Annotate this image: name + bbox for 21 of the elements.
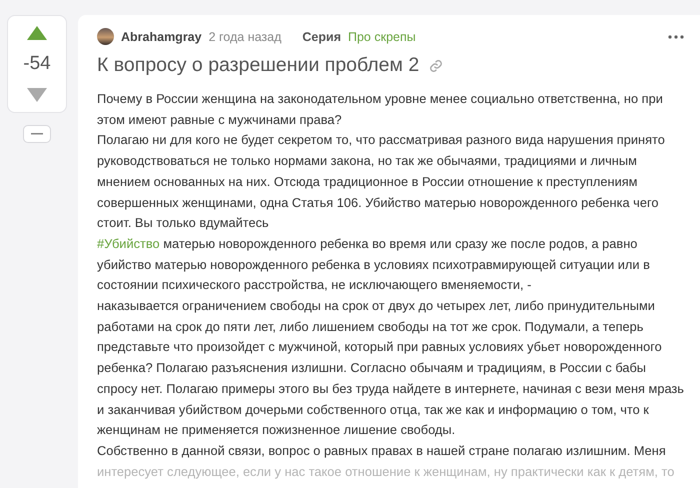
post-paragraph: наказывается ограничением свободы на срок от двух до четырех лет, либо принудительными работами на срок до пяти лет, либо лишением свободы на тот же срок. Подумали, а теперь представьте что произойдет с мужчиной, который при равных условиях убьет новорожденного ребенка? Полагаю разъяснения излишни. Согласно обычаям и традициям, в России с бабы спросу нет. Полагаю примеры этого вы без труда найдете в интернете, начиная с вези меня мразь и заканчивая убийством дочерьми собственного отца, так же как и информацию о том, что к женщинам не применяется пожизненное лишение свободы. <box>97 297 684 440</box>
series-label: Серия <box>302 30 341 44</box>
post-time: 2 года назад <box>208 30 282 44</box>
author-name[interactable]: Abrahamgray <box>121 30 202 44</box>
rating-count: -54 <box>23 53 51 75</box>
post-paragraph: Почему в России женщина на законодательном уровне менее социально ответственна, но при этом имеют равные с мужчинами права? <box>97 90 664 129</box>
upvote-button[interactable] <box>27 26 47 40</box>
post-title: К вопросу о разрешении проблем 2 <box>97 54 420 77</box>
collapse-button[interactable] <box>23 125 51 143</box>
downvote-button[interactable] <box>27 88 47 102</box>
post-paragraph: Собственно в данной связи, вопрос о равных правах в нашей стране полагаю излишним. Меня интересует следующее, если у нас такое отношение к женщинам, ну практически как к детям, то <box>97 442 676 481</box>
hashtag-link[interactable]: #Убийство <box>97 236 160 251</box>
up-triangle-icon <box>27 26 47 40</box>
series-link[interactable]: Про скрепы <box>348 30 416 44</box>
more-button[interactable] <box>668 34 684 38</box>
more-dots-icon <box>668 34 684 38</box>
copy-link-button[interactable] <box>429 58 444 72</box>
minus-icon <box>31 133 43 135</box>
down-triangle-icon <box>27 88 47 102</box>
link-icon <box>429 58 444 72</box>
avatar[interactable] <box>97 28 114 45</box>
